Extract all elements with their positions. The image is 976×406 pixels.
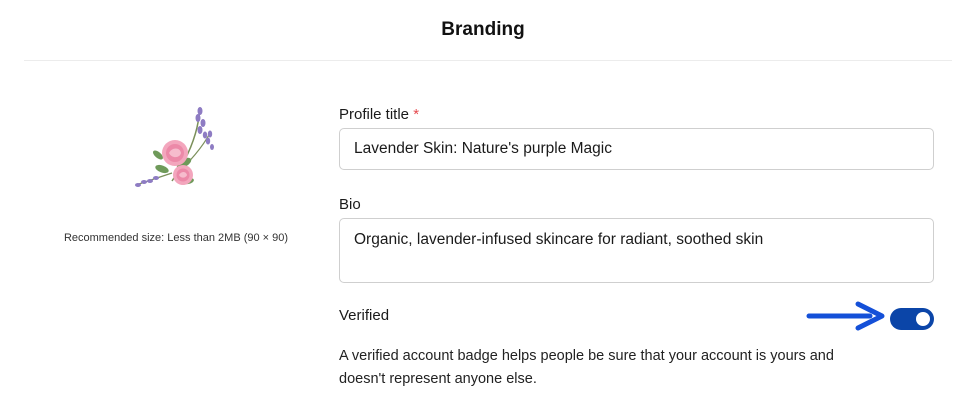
toggle-knob — [916, 312, 930, 326]
header-divider — [24, 60, 952, 61]
bio-textarea[interactable]: Organic, lavender-infused skincare for r… — [339, 218, 934, 283]
bio-label: Bio — [339, 196, 361, 213]
avatar-size-hint: Recommended size: Less than 2MB (90 × 90… — [63, 232, 289, 244]
page-title: Branding — [441, 19, 525, 40]
verified-toggle[interactable] — [890, 308, 934, 330]
profile-title-label: Profile title * — [339, 106, 419, 123]
avatar-image[interactable] — [128, 103, 228, 195]
verified-label: Verified — [339, 307, 390, 324]
profile-title-value: Lavender Skin: Nature's purple Magic — [354, 140, 612, 157]
required-marker: * — [413, 106, 420, 123]
verified-description: A verified account badge helps people be… — [339, 348, 834, 387]
profile-title-input[interactable]: Lavender Skin: Nature's purple Magic — [339, 128, 934, 170]
bio-value: Organic, lavender-infused skincare for r… — [354, 231, 764, 248]
profile-title-label-text: Profile title — [339, 106, 410, 123]
rose-lavender-illustration-icon — [135, 107, 214, 187]
arrow-right-icon — [806, 301, 885, 331]
